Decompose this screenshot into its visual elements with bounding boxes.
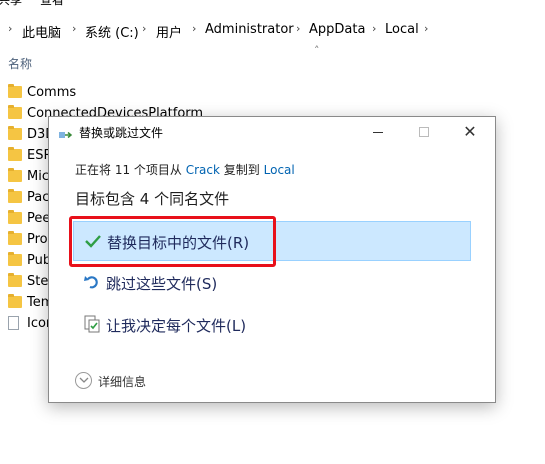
chevron-right-icon: ›	[192, 22, 197, 35]
red-annotation-box	[69, 216, 276, 267]
minimize-icon	[373, 131, 383, 133]
option-label: 跳过这些文件(S)	[106, 275, 218, 293]
chevron-right-icon: ›	[72, 22, 77, 35]
chevron-right-icon: ›	[372, 22, 377, 35]
file-name: Pee	[27, 211, 51, 226]
progress-middle: 复制到	[223, 163, 260, 177]
folder-icon	[8, 126, 22, 140]
list-item[interactable]: Comms	[8, 83, 308, 104]
folder-icon	[8, 84, 22, 98]
chevron-right-icon: ›	[296, 22, 301, 35]
folder-icon	[8, 252, 22, 266]
dialog-heading: 目标包含 4 个同名文件	[75, 190, 230, 208]
folder-icon	[8, 189, 22, 203]
dialog-titlebar[interactable]: 替换或跳过文件 ✕	[49, 117, 495, 147]
column-header-name[interactable]: 名称	[8, 55, 32, 72]
close-icon: ✕	[463, 122, 477, 141]
copy-progress-text: 正在将 11 个项目从 Crack 复制到 Local	[75, 161, 295, 178]
details-label: 详细信息	[98, 375, 147, 389]
option-label: 让我决定每个文件(L)	[106, 317, 247, 335]
chevron-right-icon: ›	[142, 22, 147, 35]
menu-item-view[interactable]: 查看	[40, 0, 64, 8]
file-name: Pro	[27, 232, 48, 247]
breadcrumb-system-c[interactable]: 系统 (C:)	[85, 22, 139, 41]
breadcrumb-this-pc[interactable]: 此电脑	[22, 22, 61, 41]
file-icon	[8, 316, 19, 330]
close-button[interactable]: ✕	[447, 117, 493, 147]
chevron-right-icon: ›	[8, 22, 13, 35]
folder-icon	[8, 168, 22, 182]
folder-icon	[8, 147, 22, 161]
folder-icon	[8, 210, 22, 224]
copy-files-icon	[59, 126, 73, 139]
breadcrumb-local[interactable]: Local	[385, 22, 419, 37]
decide-files-icon	[83, 315, 101, 333]
folder-icon	[8, 105, 22, 119]
file-explorer-window: 共享 查看 › 此电脑 › 系统 (C:) › 用户 › Administrat…	[0, 0, 545, 464]
address-bar[interactable]: › 此电脑 › 系统 (C:) › 用户 › Administrator › A…	[0, 18, 545, 42]
file-name: Mic	[27, 169, 49, 184]
skip-arrow-icon	[83, 273, 101, 291]
folder-icon	[8, 294, 22, 308]
file-name: Comms	[27, 85, 77, 100]
chevron-down-icon	[75, 372, 92, 389]
progress-prefix: 正在将 11 个项目从	[75, 163, 182, 177]
source-folder-link[interactable]: Crack	[186, 163, 220, 177]
folder-icon	[8, 231, 22, 245]
destination-folder-link[interactable]: Local	[264, 163, 295, 177]
breadcrumb-appdata[interactable]: AppData	[309, 22, 365, 37]
dialog-title: 替换或跳过文件	[79, 126, 164, 140]
maximize-icon	[419, 127, 429, 137]
sort-chevron-up-icon: ˄	[314, 44, 320, 57]
minimize-button[interactable]	[355, 117, 401, 147]
chevron-right-icon: ›	[424, 22, 429, 35]
breadcrumb-administrator[interactable]: Administrator	[205, 22, 294, 37]
file-name: Pac	[27, 190, 50, 205]
menu-item-share[interactable]: 共享	[0, 0, 22, 8]
skip-files-option[interactable]: 跳过这些文件(S)	[73, 263, 471, 303]
breadcrumb-users[interactable]: 用户	[156, 22, 182, 41]
maximize-button[interactable]	[401, 117, 447, 147]
folder-icon	[8, 273, 22, 287]
decide-each-file-option[interactable]: 让我决定每个文件(L)	[73, 305, 471, 345]
replace-or-skip-dialog: 替换或跳过文件 ✕ 正在将 11 个项目从 Crack 复制到 Local 目标…	[48, 116, 496, 403]
